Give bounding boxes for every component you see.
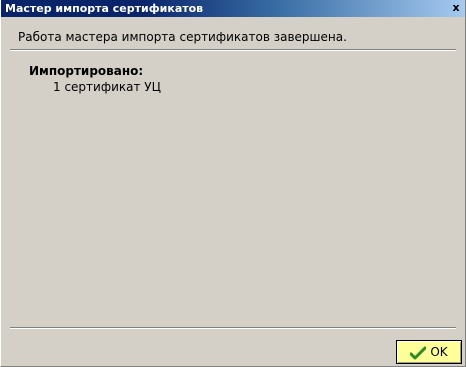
- imported-label: Импортировано:: [29, 64, 144, 78]
- imported-item: 1 сертификат УЦ: [53, 80, 161, 94]
- import-wizard-window: Мастер импорта сертификатов x Работа мас…: [0, 0, 466, 367]
- bottom-separator: [10, 327, 456, 329]
- close-button[interactable]: x: [449, 2, 463, 15]
- ok-button[interactable]: OK: [396, 340, 462, 364]
- wizard-header: Работа мастера импорта сертификатов заве…: [18, 30, 347, 44]
- checkmark-icon: [409, 345, 427, 360]
- ok-label: OK: [430, 345, 448, 359]
- top-separator: [10, 49, 456, 51]
- title-bar[interactable]: Мастер импорта сертификатов x: [1, 0, 465, 17]
- window-title: Мастер импорта сертификатов: [5, 2, 204, 15]
